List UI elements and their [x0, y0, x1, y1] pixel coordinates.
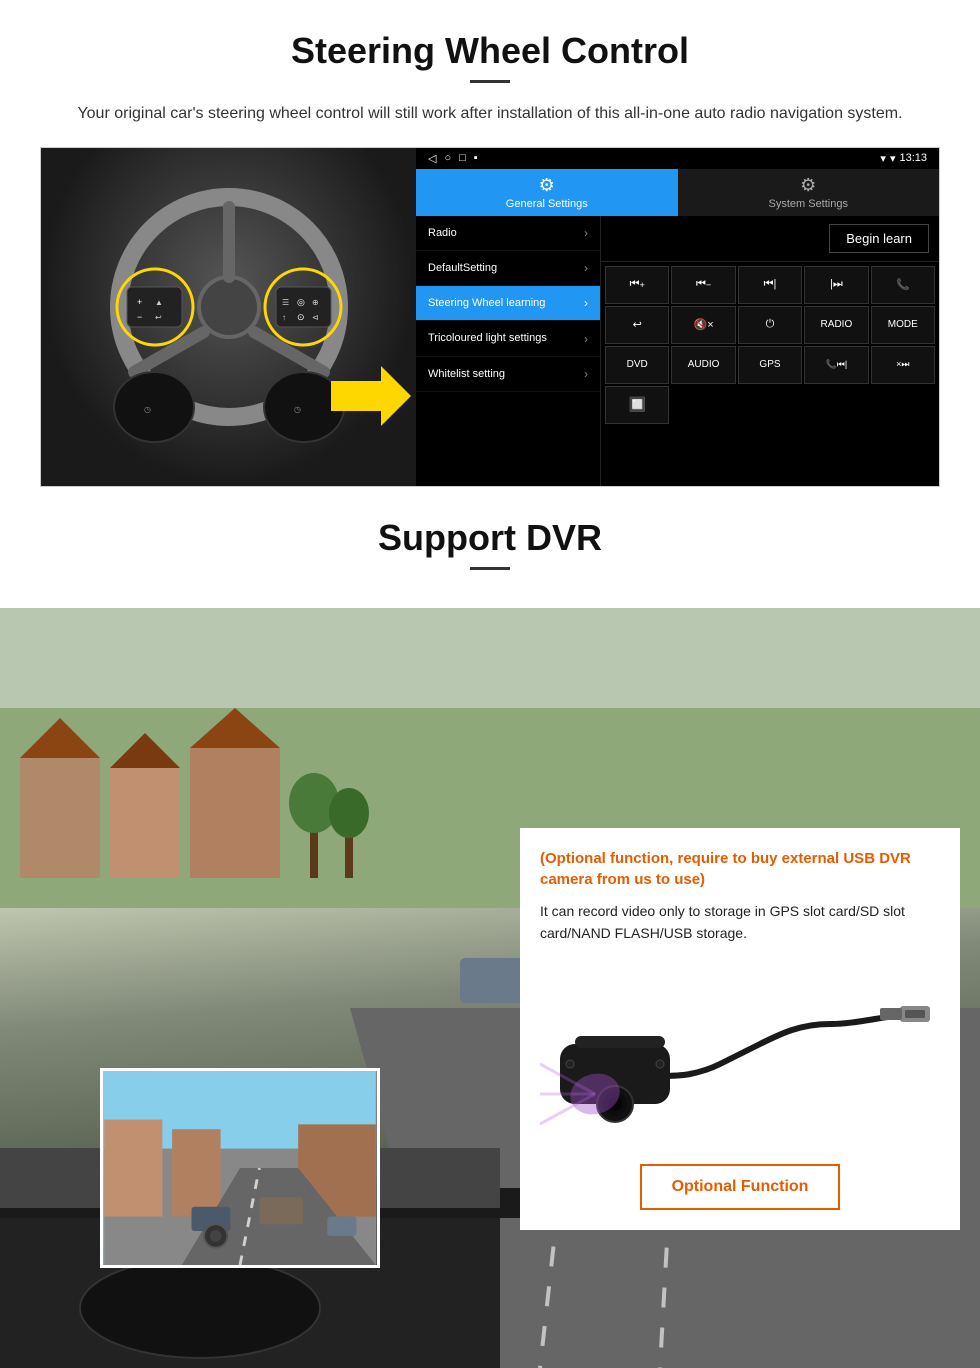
- android-menu: Radio › DefaultSetting › Steering Wheel …: [416, 216, 601, 486]
- steering-description: Your original car's steering wheel contr…: [60, 101, 920, 127]
- steering-title: Steering Wheel Control: [40, 30, 940, 72]
- wifi-icon: ▾: [890, 152, 896, 165]
- svg-text:↑: ↑: [282, 313, 286, 322]
- control-buttons-grid: ⏮+ ⏮− ⏮| |⏭ 📞 ↩ 🔇× ⏻ RADIO MODE DVD AUDI: [601, 262, 939, 428]
- menu-default-setting[interactable]: DefaultSetting ›: [416, 251, 600, 286]
- signal-icon: ▾: [880, 152, 886, 165]
- svg-text:⊲: ⊲: [312, 313, 319, 322]
- ctrl-audio[interactable]: AUDIO: [671, 346, 735, 384]
- ctrl-next-track[interactable]: |⏭: [804, 266, 868, 304]
- svg-text:−: −: [137, 312, 142, 322]
- ctrl-mute-next[interactable]: ×⏭: [871, 346, 935, 384]
- back-icon: ◁: [428, 152, 436, 165]
- recents-icon: □: [459, 152, 466, 165]
- svg-text:↩: ↩: [155, 313, 162, 322]
- dvr-camera-svg: [540, 964, 940, 1144]
- svg-text:+: +: [137, 297, 142, 307]
- chevron-steering-icon: ›: [584, 296, 588, 310]
- android-body: Radio › DefaultSetting › Steering Wheel …: [416, 216, 939, 486]
- begin-learn-button[interactable]: Begin learn: [829, 224, 929, 253]
- svg-text:◎: ◎: [297, 297, 305, 307]
- dvr-title-divider: [470, 567, 510, 570]
- menu-steering-wheel-learning[interactable]: Steering Wheel learning ›: [416, 286, 600, 321]
- menu-radio[interactable]: Radio ›: [416, 216, 600, 251]
- svg-text:⊙: ⊙: [297, 312, 305, 322]
- chevron-light-icon: ›: [584, 332, 588, 346]
- ctrl-hangup[interactable]: ↩: [605, 306, 669, 344]
- begin-learn-row: Begin learn: [601, 216, 939, 262]
- steering-content-area: + ▲ − ↩ ☰ ◎ ⊕ ↑ ⊙ ⊲: [40, 147, 940, 487]
- ctrl-prev-track[interactable]: ⏮|: [738, 266, 802, 304]
- optional-function-button[interactable]: Optional Function: [640, 1164, 840, 1210]
- dvr-info-box: (Optional function, require to buy exter…: [520, 828, 960, 1231]
- svg-text:⊕: ⊕: [312, 298, 319, 307]
- android-content-panel: Begin learn ⏮+ ⏮− ⏮| |⏭ 📞 ↩ 🔇× ⏻: [601, 216, 939, 486]
- svg-text:◷: ◷: [144, 405, 151, 414]
- svg-text:▲: ▲: [155, 298, 163, 307]
- ctrl-phone[interactable]: 📞: [871, 266, 935, 304]
- menu-whitelist[interactable]: Whitelist setting ›: [416, 357, 600, 392]
- dashcam-preview-image: [100, 1068, 380, 1268]
- gear-icon: ⚙: [539, 175, 555, 196]
- svg-text:☰: ☰: [282, 298, 289, 307]
- chevron-whitelist-icon: ›: [584, 367, 588, 381]
- dvr-camera-product-image: [540, 964, 940, 1144]
- dashcam-preview-svg: [103, 1071, 377, 1265]
- yellow-arrow: [331, 366, 411, 426]
- status-bar: ◁ ○ □ ▪ ▾ ▾ 13:13: [416, 148, 939, 169]
- screen-icon: ▪: [474, 152, 478, 165]
- android-tabs: ⚙ General Settings ⚙ System Settings: [416, 169, 939, 216]
- ctrl-vol-up[interactable]: ⏮+: [605, 266, 669, 304]
- settings2-icon: ⚙: [800, 175, 816, 196]
- home-icon: ○: [444, 152, 451, 165]
- dvr-description: It can record video only to storage in G…: [540, 900, 940, 945]
- dvr-optional-text: (Optional function, require to buy exter…: [540, 848, 940, 890]
- ctrl-vol-down[interactable]: ⏮−: [671, 266, 735, 304]
- title-divider: [470, 80, 510, 83]
- ctrl-gps[interactable]: GPS: [738, 346, 802, 384]
- dvr-title: Support DVR: [0, 517, 980, 559]
- steering-section: Steering Wheel Control Your original car…: [0, 0, 980, 487]
- ctrl-radio[interactable]: RADIO: [804, 306, 868, 344]
- tab-system-label: System Settings: [769, 198, 848, 210]
- dvr-title-area: Support DVR: [0, 487, 980, 608]
- ctrl-dvd[interactable]: DVD: [605, 346, 669, 384]
- tab-general-label: General Settings: [506, 198, 588, 210]
- ctrl-power[interactable]: ⏻: [738, 306, 802, 344]
- statusbar-right: ▾ ▾ 13:13: [880, 152, 927, 165]
- tab-general-settings[interactable]: ⚙ General Settings: [416, 169, 678, 216]
- time-display: 13:13: [899, 152, 927, 164]
- dvr-background: (Optional function, require to buy exter…: [0, 608, 980, 1368]
- steering-photo: + ▲ − ↩ ☰ ◎ ⊕ ↑ ⊙ ⊲: [41, 148, 416, 486]
- ctrl-mute[interactable]: 🔇×: [671, 306, 735, 344]
- menu-tricoloured-light[interactable]: Tricoloured light settings ›: [416, 321, 600, 356]
- chevron-default-icon: ›: [584, 261, 588, 275]
- dvr-section: Support DVR: [0, 487, 980, 1368]
- tab-system-settings[interactable]: ⚙ System Settings: [678, 169, 940, 216]
- statusbar-left: ◁ ○ □ ▪: [428, 152, 478, 165]
- svg-text:◷: ◷: [294, 405, 301, 414]
- android-ui-panel: ◁ ○ □ ▪ ▾ ▾ 13:13 ⚙ General Settings: [416, 148, 939, 486]
- chevron-radio-icon: ›: [584, 226, 588, 240]
- ctrl-phone-prev[interactable]: 📞⏮|: [804, 346, 868, 384]
- ctrl-extra[interactable]: 🔲: [605, 386, 669, 424]
- ctrl-mode[interactable]: MODE: [871, 306, 935, 344]
